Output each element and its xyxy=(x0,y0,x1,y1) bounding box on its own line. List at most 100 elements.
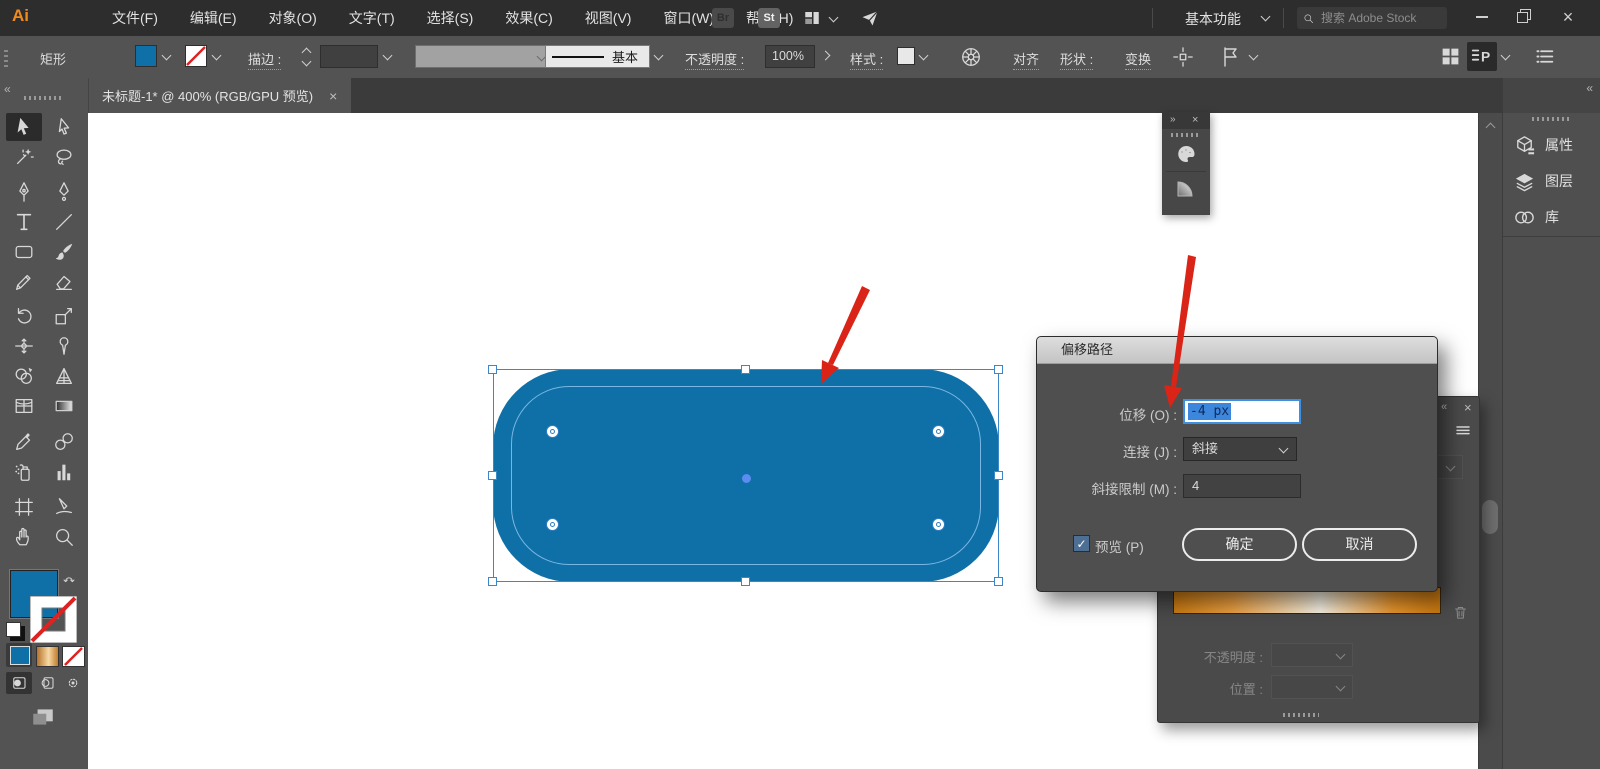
direct-selection-tool-button[interactable] xyxy=(46,113,82,141)
style-label[interactable]: 样式 : xyxy=(850,49,883,70)
scrollbar-thumb[interactable] xyxy=(1482,500,1498,534)
line-segment-tool-button[interactable] xyxy=(46,208,82,236)
menubar-menu[interactable]: 视图(V) xyxy=(569,0,648,36)
selection-handle[interactable] xyxy=(994,471,1003,480)
stroke-weight-field[interactable] xyxy=(320,45,378,68)
draw-behind-mode-button[interactable] xyxy=(34,672,60,694)
symbol-sprayer-tool-button[interactable] xyxy=(6,458,42,486)
opacity-label[interactable]: 不透明度 : xyxy=(685,49,744,70)
draw-normal-mode-button[interactable] xyxy=(6,672,32,694)
selection-tool-button[interactable] xyxy=(6,113,42,141)
none-mode-button[interactable] xyxy=(62,646,85,667)
panel-grip[interactable] xyxy=(1171,133,1201,137)
preview-checkbox[interactable]: ✓ xyxy=(1073,535,1090,552)
default-fill-stroke-icon[interactable] xyxy=(6,622,21,637)
dialog-title[interactable]: 偏移路径 xyxy=(1037,337,1437,364)
menubar-menu[interactable]: 编辑(E) xyxy=(174,0,253,36)
stroke-swatch-chevron-icon[interactable] xyxy=(212,51,222,61)
scroll-up-icon[interactable] xyxy=(1486,123,1496,133)
swap-fill-stroke-icon[interactable] xyxy=(60,572,78,588)
delete-stop-trash-icon[interactable] xyxy=(1452,603,1469,622)
artboard-tool-button[interactable] xyxy=(6,493,42,521)
stroke-weight-label[interactable]: 描边 : xyxy=(248,49,281,70)
restore-button[interactable] xyxy=(1502,0,1542,34)
width-tool-button[interactable] xyxy=(6,332,42,360)
vertical-scrollbar[interactable] xyxy=(1478,113,1503,769)
live-corner-widget[interactable] xyxy=(932,518,945,531)
stroke-stepper[interactable] xyxy=(303,49,310,65)
panel-close-icon[interactable]: × xyxy=(1464,400,1472,415)
gradient-panel-icon[interactable] xyxy=(1174,176,1198,200)
selection-handle[interactable] xyxy=(741,365,750,374)
graphic-styles-icon[interactable] xyxy=(1218,45,1242,69)
graphic-style-swatch[interactable] xyxy=(897,47,915,65)
puppet-warp-tool-button[interactable] xyxy=(46,332,82,360)
menubar-menu[interactable]: 选择(S) xyxy=(411,0,490,36)
transform-label[interactable]: 变换 xyxy=(1125,49,1151,70)
cancel-button[interactable]: 取消 xyxy=(1302,528,1417,561)
eyedropper-tool-button[interactable] xyxy=(6,428,42,456)
color-panel-icon[interactable] xyxy=(1173,142,1199,166)
zoom-tool-button[interactable] xyxy=(46,523,82,551)
menu-list-icon[interactable] xyxy=(1534,46,1555,67)
stroke-weight-chevron-icon[interactable] xyxy=(383,51,393,61)
offset-input[interactable]: -4 px xyxy=(1183,399,1301,424)
menubar-menu[interactable]: 文件(F) xyxy=(96,0,174,36)
toolbar-grip[interactable] xyxy=(24,96,64,100)
arrange-documents-icon[interactable] xyxy=(802,9,822,27)
panel-collapse-icon[interactable]: « xyxy=(1441,401,1447,413)
selection-handle[interactable] xyxy=(741,577,750,586)
opacity-expand-icon[interactable] xyxy=(821,51,831,61)
ok-button[interactable]: 确定 xyxy=(1182,528,1297,561)
dock-grip[interactable] xyxy=(1532,117,1572,121)
menubar-menu[interactable]: 效果(C) xyxy=(489,0,568,36)
panel-toggle-chevron-icon[interactable] xyxy=(1501,51,1511,61)
close-panel-icon[interactable]: × xyxy=(1192,114,1198,126)
perspective-grid-tool-button[interactable] xyxy=(46,362,82,390)
selection-handle[interactable] xyxy=(488,577,497,586)
stroke-style-chevron-icon[interactable] xyxy=(654,51,664,61)
align-label[interactable]: 对齐 xyxy=(1013,49,1039,70)
pen-tool-button[interactable] xyxy=(6,178,42,206)
live-corner-widget[interactable] xyxy=(932,425,945,438)
workspace-switcher[interactable]: 基本功能 xyxy=(1185,9,1241,29)
shape-builder-tool-button[interactable] xyxy=(6,362,42,390)
shaper-tool-button[interactable] xyxy=(6,268,42,296)
panel-resize-grip[interactable] xyxy=(1283,713,1319,717)
dock-collapse-icon[interactable]: « xyxy=(1586,81,1593,95)
miter-limit-input[interactable]: 4 xyxy=(1183,474,1301,498)
fill-color-swatch[interactable] xyxy=(135,45,157,67)
menubar-menu[interactable]: 文字(T) xyxy=(333,0,411,36)
recolor-artwork-icon[interactable] xyxy=(960,46,982,68)
menubar-menu[interactable]: 对象(O) xyxy=(253,0,333,36)
color-mode-button[interactable] xyxy=(6,643,32,667)
shape-label[interactable]: 形状 : xyxy=(1060,49,1093,70)
stroke-color-swatch[interactable] xyxy=(185,45,207,67)
mesh-tool-button[interactable] xyxy=(6,392,42,420)
dock-item-layers[interactable]: 图层 xyxy=(1503,164,1600,198)
dock-item-libraries[interactable]: 库 xyxy=(1503,200,1600,234)
share-icon[interactable] xyxy=(860,8,880,28)
style-chevron-icon[interactable] xyxy=(919,51,929,61)
tab-close-icon[interactable]: × xyxy=(329,88,337,104)
live-corner-widget[interactable] xyxy=(546,425,559,438)
screen-mode-icon[interactable] xyxy=(28,704,58,730)
minimize-button[interactable] xyxy=(1462,0,1502,34)
scale-tool-button[interactable] xyxy=(46,302,82,330)
gradient-mode-button[interactable] xyxy=(36,646,59,667)
live-corner-widget[interactable] xyxy=(546,518,559,531)
rectangle-tool-button[interactable] xyxy=(6,238,42,266)
column-graph-tool-button[interactable] xyxy=(46,458,82,486)
eraser-tool-button[interactable] xyxy=(46,268,82,296)
slice-tool-button[interactable] xyxy=(46,493,82,521)
search-input[interactable] xyxy=(1319,10,1441,26)
type-tool-button[interactable] xyxy=(6,208,42,236)
dock-item-properties[interactable]: 属性 xyxy=(1503,128,1600,162)
align-artboard-icon[interactable] xyxy=(1172,46,1194,68)
width-profile-select[interactable] xyxy=(415,45,552,68)
bridge-button[interactable]: Br xyxy=(712,8,734,28)
selection-handle[interactable] xyxy=(994,577,1003,586)
lasso-tool-button[interactable] xyxy=(46,143,82,171)
stock-button[interactable]: St xyxy=(758,8,780,28)
stroke-indicator[interactable] xyxy=(30,596,77,643)
